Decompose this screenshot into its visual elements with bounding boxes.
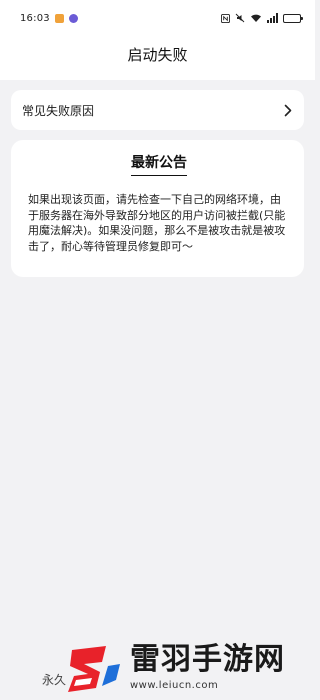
status-right <box>221 13 303 23</box>
page-title: 启动失败 <box>127 46 188 64</box>
status-time: 16:03 <box>20 12 50 24</box>
app-notification-icon <box>54 13 64 23</box>
app-screen: 16:03 启动失败 常见失败原因 最新公告 如果出现该页面，请先检查一下自己的… <box>0 0 315 700</box>
announcement-title-wrap: 最新公告 <box>28 152 290 176</box>
announcement-body: 如果出现该页面，请先检查一下自己的网络环境，由于服务器在海外导致部分地区的用户访… <box>28 193 286 253</box>
watermark-text: 雷羽手游网 www.leiucn.com <box>130 642 285 692</box>
watermark-name: 雷羽手游网 <box>130 642 285 677</box>
status-bar: 16:03 <box>0 0 315 36</box>
common-failure-reasons-label: 常见失败原因 <box>22 103 95 118</box>
mute-icon <box>235 13 245 23</box>
status-left: 16:03 <box>20 13 78 24</box>
signal-icon <box>267 13 278 23</box>
announcement-card: 最新公告 如果出现该页面，请先检查一下自己的网络环境，由于服务器在海外导致部分地… <box>11 140 304 277</box>
nfc-icon <box>221 13 230 23</box>
announcement-title: 最新公告 <box>131 152 187 176</box>
watermark-logo: 雷羽手游网 www.leiucn.com <box>62 634 315 700</box>
common-failure-reasons-item[interactable]: 常见失败原因 <box>11 90 304 130</box>
chevron-right-icon <box>284 104 292 117</box>
wifi-icon <box>250 13 262 23</box>
watermark-url: www.leiucn.com <box>130 680 219 691</box>
app-badge-icon <box>68 13 78 23</box>
watermark-emblem-icon <box>68 646 120 692</box>
battery-icon <box>283 13 303 23</box>
